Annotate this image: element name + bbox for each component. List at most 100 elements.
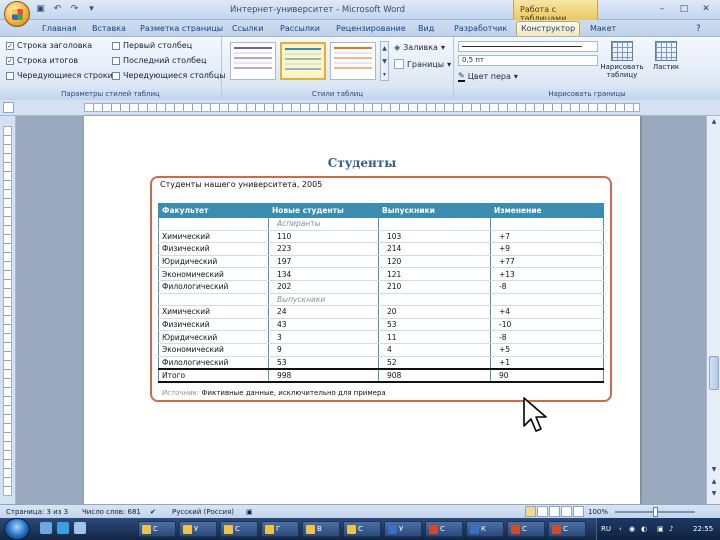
borders-button[interactable]: Границы ▾: [394, 59, 451, 69]
zoom-slider-knob[interactable]: [653, 507, 658, 517]
taskbar-task[interactable]: С: [425, 521, 463, 537]
table-cell[interactable]: -10: [490, 318, 604, 332]
horizontal-ruler[interactable]: [0, 100, 720, 116]
line-style-select[interactable]: [458, 41, 598, 52]
tab-review[interactable]: Рецензирование: [332, 22, 410, 35]
table-cell[interactable]: Юридический: [158, 330, 269, 344]
table-cell[interactable]: 223: [268, 242, 379, 256]
tab-developer[interactable]: Разработчик: [450, 22, 511, 35]
column-header[interactable]: Выпускники: [378, 203, 491, 218]
tab-insert[interactable]: Вставка: [88, 22, 130, 35]
qat-dropdown-icon[interactable]: ▾: [85, 3, 98, 16]
table-cell[interactable]: 197: [268, 255, 379, 269]
table-cell[interactable]: 90: [490, 367, 604, 383]
full-screen-reading-icon[interactable]: [537, 506, 548, 517]
tab-view[interactable]: Вид: [414, 22, 438, 35]
line-weight-select[interactable]: 0,5 пт: [458, 55, 598, 66]
table-cell[interactable]: Экономический: [158, 267, 269, 281]
taskbar-task[interactable]: С: [138, 521, 176, 537]
table-cell[interactable]: Филологический: [158, 280, 269, 294]
table-cell[interactable]: Филологический: [158, 356, 269, 370]
page-indicator[interactable]: Страница: 3 из 3: [6, 508, 68, 516]
table-cell[interactable]: Химический: [158, 230, 269, 244]
column-header[interactable]: Изменение: [490, 203, 604, 218]
total-row-checkbox[interactable]: ✓ Строка итогов: [6, 56, 78, 65]
column-header[interactable]: Новые студенты: [268, 203, 379, 218]
save-icon[interactable]: ▣: [34, 3, 47, 16]
table-cell[interactable]: [490, 293, 604, 307]
table-cell[interactable]: +1: [490, 356, 604, 370]
table-cell[interactable]: Экономический: [158, 343, 269, 357]
next-page-icon[interactable]: ▼: [709, 490, 719, 500]
table-cell[interactable]: [158, 217, 269, 231]
table-cell[interactable]: 210: [378, 280, 491, 294]
table-cell[interactable]: 103: [378, 230, 491, 244]
table-cell[interactable]: +77: [490, 255, 604, 269]
table-cell[interactable]: Итого: [158, 367, 269, 383]
spellcheck-icon[interactable]: ✔: [150, 508, 156, 516]
table-cell[interactable]: 202: [268, 280, 379, 294]
taskbar-task[interactable]: С: [343, 521, 381, 537]
previous-page-icon[interactable]: ▲: [709, 478, 719, 488]
network-icon[interactable]: ◉: [629, 525, 635, 533]
zoom-level[interactable]: 100%: [588, 508, 608, 516]
volume-icon[interactable]: ◐: [641, 525, 647, 533]
table-cell[interactable]: +9: [490, 242, 604, 256]
tray-icon[interactable]: ▣: [657, 525, 664, 533]
tab-page-layout[interactable]: Разметка страницы: [136, 22, 227, 35]
taskbar-task[interactable]: У: [384, 521, 422, 537]
pen-color-button[interactable]: ✎ Цвет пера ▾: [458, 71, 518, 82]
macro-record-icon[interactable]: ▣: [246, 508, 253, 516]
draw-table-button[interactable]: Нарисовать таблицу: [600, 41, 644, 85]
tab-mailings[interactable]: Рассылки: [276, 22, 324, 35]
web-layout-icon[interactable]: [549, 506, 560, 517]
language-bar[interactable]: RU: [601, 525, 611, 533]
last-column-checkbox[interactable]: Последний столбец: [112, 56, 206, 65]
table-cell[interactable]: Физический: [158, 318, 269, 332]
draft-icon[interactable]: [573, 506, 584, 517]
banded-rows-checkbox[interactable]: Чередующиеся строки: [6, 71, 113, 80]
table-cell[interactable]: [378, 217, 491, 231]
word-count[interactable]: Число слов: 681: [82, 508, 141, 516]
vertical-ruler[interactable]: [0, 116, 16, 504]
table-cell[interactable]: 52: [378, 356, 491, 370]
taskbar-task[interactable]: С: [507, 521, 545, 537]
banded-columns-checkbox[interactable]: Чередующиеся столбцы: [112, 71, 226, 80]
document-page[interactable]: Студенты Студенты нашего университета, 2…: [84, 116, 640, 504]
scroll-thumb[interactable]: [709, 356, 719, 390]
taskbar-task[interactable]: Г: [261, 521, 299, 537]
first-column-checkbox[interactable]: Первый столбец: [112, 41, 192, 50]
taskbar-task[interactable]: В: [302, 521, 340, 537]
vertical-scrollbar[interactable]: ▲ ▼ ▲ ▼: [706, 116, 720, 504]
scroll-up-icon[interactable]: ▲: [709, 118, 719, 128]
taskbar-task[interactable]: К: [466, 521, 504, 537]
table-style-swatch-selected[interactable]: [280, 42, 326, 80]
shading-button[interactable]: ◈ Заливка ▾: [394, 43, 445, 52]
eraser-button[interactable]: Ластик: [644, 41, 688, 85]
table-cell[interactable]: [490, 217, 604, 231]
scroll-down-icon[interactable]: ▼: [709, 466, 719, 476]
table-cell[interactable]: 9: [268, 343, 379, 357]
tab-references[interactable]: Ссылки: [228, 22, 267, 35]
table-cell[interactable]: [378, 293, 491, 307]
table-cell[interactable]: 908: [378, 367, 491, 383]
show-desktop-icon[interactable]: [40, 522, 52, 534]
language-indicator[interactable]: Русский (Россия): [172, 508, 234, 516]
table-cell[interactable]: +4: [490, 305, 604, 319]
table-cell[interactable]: 53: [378, 318, 491, 332]
table-cell[interactable]: Физический: [158, 242, 269, 256]
table-cell[interactable]: 214: [378, 242, 491, 256]
print-layout-icon[interactable]: [525, 506, 536, 517]
students-table[interactable]: Факультет Новые студенты Выпускники Изме…: [158, 203, 604, 383]
office-button[interactable]: [4, 1, 30, 27]
column-header[interactable]: Факультет: [158, 203, 269, 218]
undo-icon[interactable]: ↶: [51, 3, 64, 16]
table-cell[interactable]: -8: [490, 280, 604, 294]
clock[interactable]: 22:55: [693, 525, 713, 533]
volume-icon[interactable]: ♪: [669, 525, 673, 533]
table-cell[interactable]: Юридический: [158, 255, 269, 269]
table-cell[interactable]: +7: [490, 230, 604, 244]
tray-arrow-icon[interactable]: ‹: [619, 525, 622, 533]
table-cell[interactable]: 121: [378, 267, 491, 281]
gallery-scroll[interactable]: ▲ ▼ ▾: [380, 41, 389, 81]
